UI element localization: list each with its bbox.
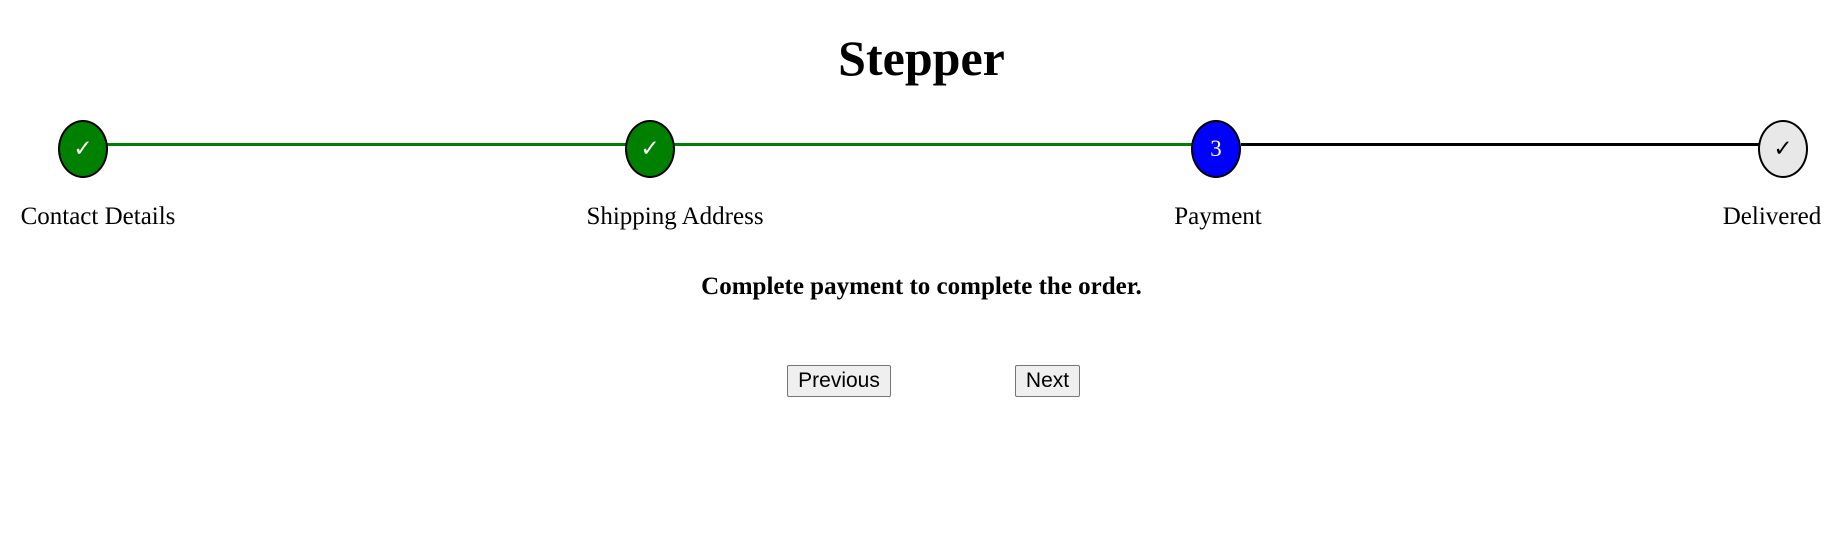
- step-label-delivered: Delivered: [1722, 203, 1822, 230]
- previous-button[interactable]: Previous: [787, 365, 891, 397]
- checkmark-icon: ✓: [1773, 136, 1793, 161]
- checkmark-icon: ✓: [73, 136, 93, 161]
- step-label-contact-details: Contact Details: [20, 203, 176, 230]
- step-indicator-shipping-address: ✓: [625, 120, 675, 178]
- step-label-shipping-address: Shipping Address: [586, 203, 764, 230]
- step-message: Complete payment to complete the order.: [701, 273, 1142, 300]
- next-button[interactable]: Next: [1015, 365, 1080, 397]
- step-number: 3: [1210, 136, 1222, 161]
- checkmark-icon: ✓: [640, 136, 660, 161]
- step-indicator-delivered: ✓: [1758, 120, 1808, 178]
- step-connector-1: [107, 143, 628, 146]
- step-connector-3: [1241, 143, 1762, 146]
- step-connector-2: [674, 143, 1195, 146]
- step-indicator-contact-details: ✓: [58, 120, 108, 178]
- step-label-payment: Payment: [1174, 203, 1262, 230]
- step-indicator-payment: 3: [1191, 120, 1241, 178]
- stepper: ✓ ✓ 3 ✓ Contact Details Shipping Address…: [0, 0, 1843, 260]
